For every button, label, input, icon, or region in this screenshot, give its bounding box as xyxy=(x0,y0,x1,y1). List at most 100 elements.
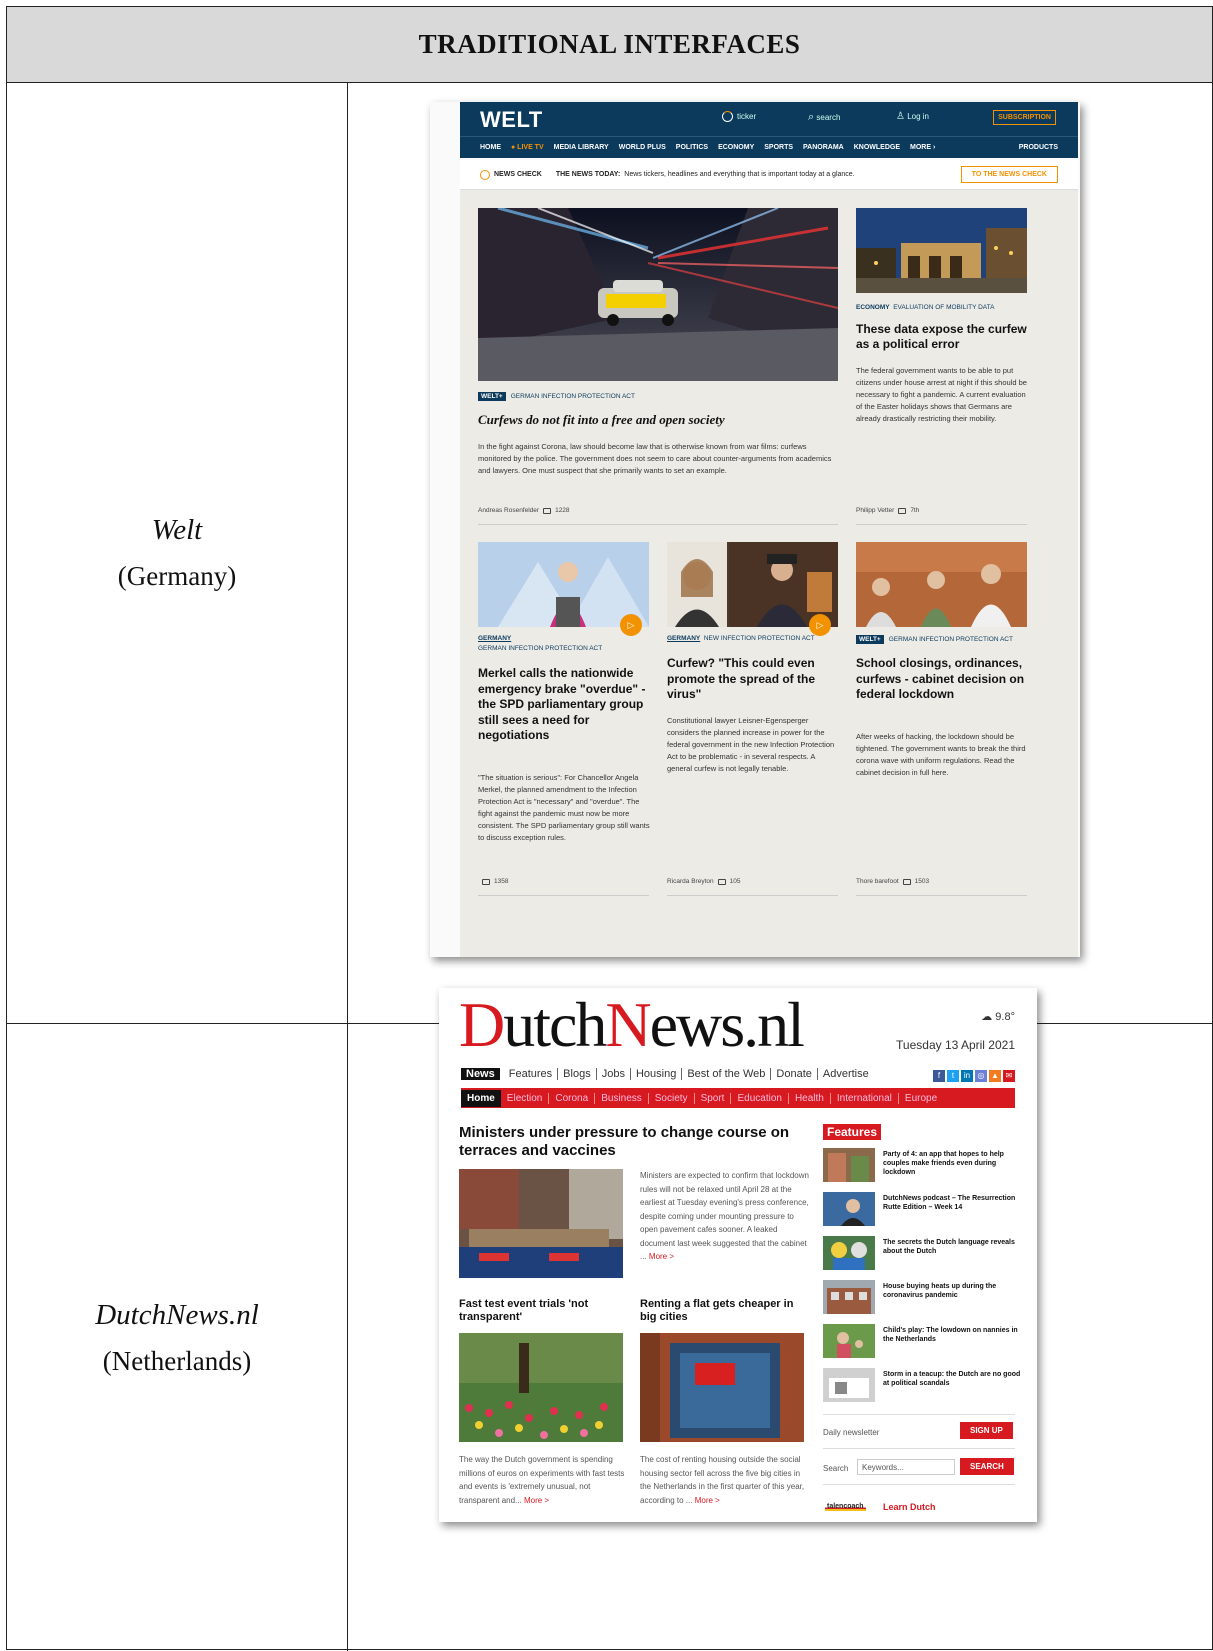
card2-tag1[interactable]: GERMANY xyxy=(667,635,700,642)
section-nav: Home Election Corona Business Society Sp… xyxy=(461,1088,1015,1108)
nav-item-live-tv[interactable]: ● LIVE TV xyxy=(511,144,544,151)
nav-item-more[interactable]: MORE › xyxy=(910,144,935,151)
feature-item[interactable]: Storm in a teacup: the Dutch are no good… xyxy=(823,1368,1023,1404)
main-story-tag[interactable]: GERMAN INFECTION PROTECTION ACT xyxy=(511,393,635,400)
nav-item-economy[interactable]: ECONOMY xyxy=(718,144,754,151)
tab-corona[interactable]: Corona xyxy=(549,1092,596,1104)
welt-content: WELT+ GERMAN INFECTION PROTECTION ACT Cur… xyxy=(460,190,1078,957)
nav-item-politics[interactable]: POLITICS xyxy=(676,144,708,151)
tab-business[interactable]: Business xyxy=(595,1092,649,1104)
search-input[interactable]: Keywords... xyxy=(857,1459,955,1475)
nav-item-news[interactable]: News xyxy=(461,1068,500,1080)
nav-item-best-of-web[interactable]: Best of the Web xyxy=(682,1068,772,1080)
comment-count: 1503 xyxy=(914,878,930,885)
welt-logo[interactable]: WELT xyxy=(480,107,543,133)
nav-item-media-library[interactable]: MEDIA LIBRARY xyxy=(554,144,609,151)
nav-item-features[interactable]: Features xyxy=(504,1068,559,1080)
for-rent-sign-image[interactable] xyxy=(640,1333,804,1442)
news-check-button[interactable]: TO THE NEWS CHECK xyxy=(960,166,1058,183)
nav-item-panorama[interactable]: PANORAMA xyxy=(803,144,844,151)
nav-item-blogs[interactable]: Blogs xyxy=(558,1068,597,1080)
card1-headline[interactable]: Merkel calls the nationwide emergency br… xyxy=(478,666,650,744)
search-link[interactable]: ⌕ search xyxy=(808,111,840,124)
card3-headline[interactable]: School closings, ordinances, curfews - c… xyxy=(856,656,1031,703)
nav-item-home[interactable]: HOME xyxy=(480,144,501,151)
nav-item-world-plus[interactable]: WORLD PLUS xyxy=(619,144,666,151)
facebook-icon[interactable]: f xyxy=(933,1070,945,1082)
feature-item[interactable]: House buying heats up during the coronav… xyxy=(823,1280,1023,1316)
dutchnews-logo[interactable]: DutchNews.nl xyxy=(459,992,805,1058)
feature-title: Child's play: The lowdown on nannies in … xyxy=(883,1327,1018,1343)
side-story-tag1[interactable]: ECONOMY xyxy=(856,304,890,311)
tab-election[interactable]: Election xyxy=(501,1092,550,1104)
lawyer-and-police-image[interactable] xyxy=(667,542,838,627)
login-label: Log in xyxy=(907,112,929,121)
story1-headline[interactable]: Fast test event trials 'not transparent' xyxy=(459,1298,629,1324)
story1-more-link[interactable]: More > xyxy=(524,1496,549,1505)
terrace-cafe-image[interactable] xyxy=(459,1169,623,1278)
author: Philipp Vetter xyxy=(856,507,895,514)
video-play-icon[interactable]: ▷ xyxy=(809,614,831,636)
cabinet-meeting-image[interactable] xyxy=(856,542,1027,627)
nav-item-products[interactable]: PRODUCTS xyxy=(1019,144,1058,151)
feature-thumb xyxy=(823,1148,875,1182)
city-gate-night-image[interactable] xyxy=(856,208,1027,293)
mail-icon[interactable]: ✉ xyxy=(1003,1070,1015,1082)
nav-item-sports[interactable]: SPORTS xyxy=(764,144,793,151)
feature-item[interactable]: Child's play: The lowdown on nannies in … xyxy=(823,1324,1023,1360)
table-header: TRADITIONAL INTERFACES xyxy=(7,7,1212,83)
nav-item-knowledge[interactable]: KNOWLEDGE xyxy=(854,144,900,151)
tab-sport[interactable]: Sport xyxy=(695,1092,732,1104)
nav-item-advertise[interactable]: Advertise xyxy=(818,1068,874,1080)
signup-button[interactable]: SIGN UP xyxy=(960,1422,1013,1439)
divider xyxy=(856,524,1027,525)
tab-education[interactable]: Education xyxy=(731,1092,789,1104)
features-title[interactable]: Features xyxy=(823,1124,882,1140)
tab-society[interactable]: Society xyxy=(649,1092,695,1104)
nav-item-donate[interactable]: Donate xyxy=(771,1068,818,1080)
ticker-icon xyxy=(722,111,733,122)
tab-europe[interactable]: Europe xyxy=(899,1093,943,1104)
story2-headline[interactable]: Renting a flat gets cheaper in big citie… xyxy=(640,1298,810,1324)
tab-health[interactable]: Health xyxy=(789,1092,831,1104)
card1-tag2[interactable]: GERMAN INFECTION PROTECTION ACT xyxy=(478,645,602,652)
divider xyxy=(478,895,649,896)
soundcloud-icon[interactable]: ▲ xyxy=(989,1070,1001,1082)
search-button[interactable]: SEARCH xyxy=(960,1458,1014,1475)
feature-item[interactable]: DutchNews podcast – The Resurrection Rut… xyxy=(823,1192,1023,1228)
linkedin-icon[interactable]: in xyxy=(961,1070,973,1082)
card2-headline[interactable]: Curfew? "This could even promote the spr… xyxy=(667,656,839,703)
lead-headline[interactable]: Ministers under pressure to change cours… xyxy=(459,1124,804,1160)
lead-more-link[interactable]: More > xyxy=(649,1252,674,1261)
card2-tag2[interactable]: NEW INFECTION PROTECTION ACT xyxy=(704,635,815,642)
instagram-icon[interactable]: ◎ xyxy=(975,1070,987,1082)
divider xyxy=(823,1484,1015,1485)
talencoach-logo[interactable]: talencoach xyxy=(825,1502,866,1511)
main-story-headline[interactable]: Curfews do not fit into a free and open … xyxy=(478,412,725,428)
twitter-icon[interactable]: t xyxy=(947,1070,959,1082)
row-label-welt: Welt (Germany) xyxy=(7,83,348,1023)
card1-teaser: "The situation is serious": For Chancell… xyxy=(478,773,650,842)
side-story-tag2[interactable]: EVALUATION OF MOBILITY DATA xyxy=(893,304,994,311)
police-car-night-image[interactable] xyxy=(478,208,838,381)
tulips-image[interactable] xyxy=(459,1333,623,1442)
tab-international[interactable]: International xyxy=(831,1092,899,1104)
subscription-button[interactable]: SUBSCRIPTION xyxy=(993,110,1056,125)
nav-item-jobs[interactable]: Jobs xyxy=(597,1068,631,1080)
story2-more-link[interactable]: More > xyxy=(695,1496,720,1505)
feature-item[interactable]: Party of 4: an app that hopes to help co… xyxy=(823,1148,1023,1184)
merkel-press-image[interactable] xyxy=(478,542,649,627)
card1-tag1[interactable]: GERMANY xyxy=(478,635,511,642)
learn-dutch-link[interactable]: Learn Dutch xyxy=(883,1502,936,1512)
feature-item[interactable]: The secrets the Dutch language reveals a… xyxy=(823,1236,1023,1272)
main-nav: News Features Blogs Jobs Housing Best of… xyxy=(461,1068,874,1080)
nav-item-housing[interactable]: Housing xyxy=(631,1068,683,1080)
card3-tag2[interactable]: GERMAN INFECTION PROTECTION ACT xyxy=(889,636,1013,643)
tab-home[interactable]: Home xyxy=(461,1089,501,1107)
ticker-link[interactable]: ticker xyxy=(722,111,756,122)
video-play-icon[interactable]: ▷ xyxy=(620,614,642,636)
side-story-headline[interactable]: These data expose the curfew as a politi… xyxy=(856,322,1031,352)
login-link[interactable]: ♙ Log in xyxy=(896,111,929,122)
search-label: search xyxy=(816,113,841,122)
current-date: Tuesday 13 April 2021 xyxy=(896,1038,1015,1052)
